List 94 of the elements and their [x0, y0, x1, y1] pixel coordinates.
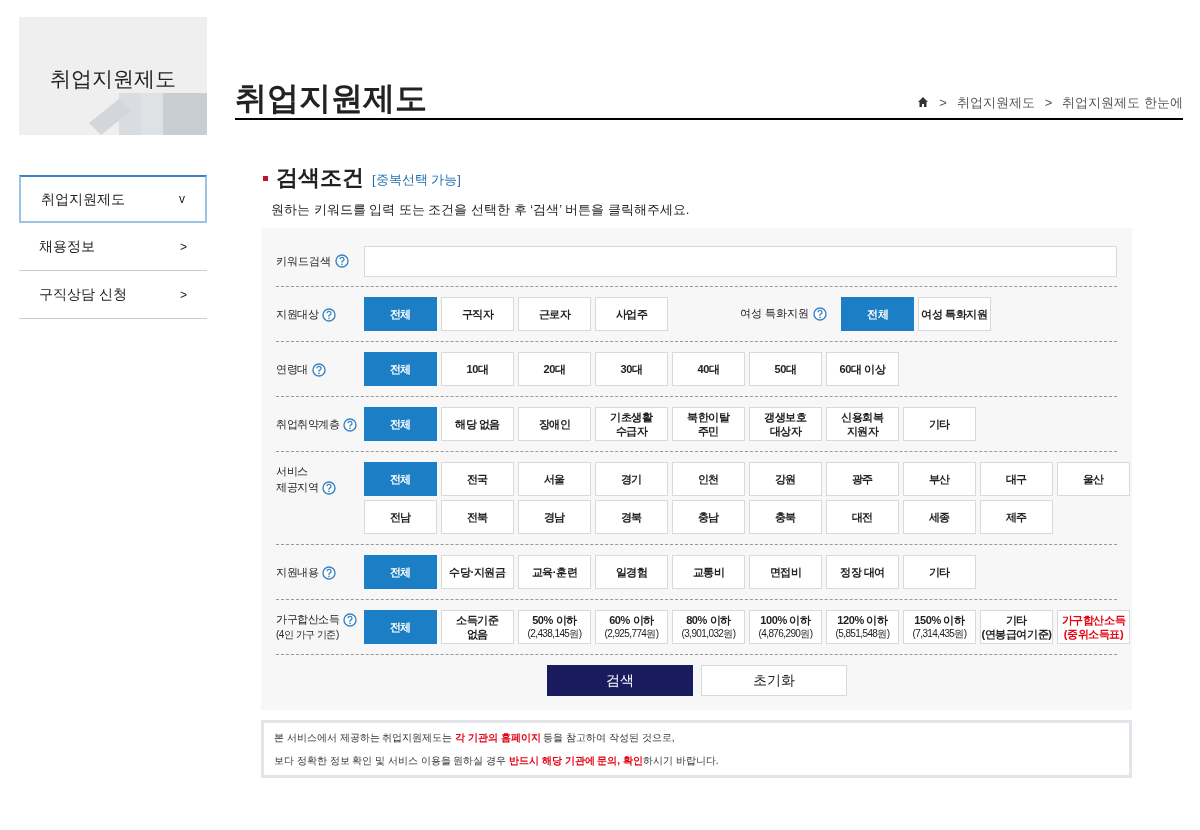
filter-option[interactable]: 경기 — [595, 461, 668, 496]
filter-option[interactable]: 광주 — [826, 461, 899, 496]
sidebar-item[interactable]: 채용정보 > — [19, 223, 207, 271]
filter-option[interactable]: 구직자 — [441, 296, 514, 331]
filter-option[interactable]: 장애인 — [518, 406, 591, 441]
filter-option[interactable]: 전체 — [364, 609, 437, 644]
filter-option[interactable]: 강원 — [749, 461, 822, 496]
filter-option[interactable]: 여성 특화지원 — [918, 296, 992, 331]
filter-option[interactable]: 10대 — [441, 351, 514, 386]
help-icon[interactable] — [343, 417, 357, 432]
sidebar-item[interactable]: 취업지원제도 v — [19, 175, 207, 223]
filter-option[interactable]: 기타 — [903, 554, 976, 589]
filter-option[interactable]: 40대 — [672, 351, 745, 386]
keyword-input[interactable] — [364, 245, 1117, 277]
filter-option[interactable]: 가구합산소득 (중위소득표) — [1057, 609, 1130, 644]
filter-option[interactable]: 경북 — [595, 499, 668, 534]
filter-option[interactable]: 제주 — [980, 499, 1053, 534]
sidebar-item[interactable]: 구직상담 신청 > — [19, 271, 207, 319]
filter-option[interactable]: 100% 이하 (4,876,290원) — [749, 609, 822, 644]
breadcrumb-separator: > — [1044, 93, 1053, 112]
help-icon[interactable] — [343, 612, 357, 627]
section-note: [중복선택 가능] — [372, 170, 461, 189]
filter-option[interactable]: 서울 — [518, 461, 591, 496]
filter-option[interactable]: 대구 — [980, 461, 1053, 496]
help-icon[interactable] — [322, 565, 336, 580]
filter-label: 여성 특화지원 — [740, 306, 810, 322]
filter-option[interactable]: 전체 — [364, 296, 437, 331]
notice-text: 본 서비스에서 제공하는 취업지원제도는 각 기관의 홈페이지 등을 참고하여 작성된 것으로, — [274, 730, 676, 745]
page-title: 취업지원제도 — [235, 79, 427, 118]
filter-option[interactable]: 수당·지원금 — [441, 554, 514, 589]
filter-label: 키워드검색 — [276, 253, 331, 269]
filter-option[interactable]: 일경험 — [595, 554, 668, 589]
filter-option[interactable]: 120% 이하 (5,851,548원) — [826, 609, 899, 644]
filter-option[interactable]: 전체 — [364, 461, 437, 496]
home-icon[interactable] — [917, 96, 930, 109]
section-title: 검색조건 — [276, 164, 364, 192]
filter-option[interactable]: 세종 — [903, 499, 976, 534]
breadcrumb-link[interactable]: 취업지원제도 한눈에 — [1062, 92, 1183, 112]
filter-option[interactable]: 해당 없음 — [441, 406, 514, 441]
help-icon[interactable] — [322, 307, 336, 322]
filter-option[interactable]: 30대 — [595, 351, 668, 386]
reset-button[interactable]: 초기화 — [700, 664, 847, 696]
filter-option[interactable]: 60대 이상 — [826, 351, 899, 386]
filter-option[interactable]: 전남 — [364, 499, 437, 534]
help-icon[interactable] — [322, 480, 336, 495]
filter-label: 지원내용 — [276, 564, 318, 580]
filter-option[interactable]: 근로자 — [518, 296, 591, 331]
filter-option[interactable]: 정장 대여 — [826, 554, 899, 589]
filter-option[interactable]: 울산 — [1057, 461, 1130, 496]
filter-option[interactable]: 전체 — [364, 351, 437, 386]
help-icon[interactable] — [813, 306, 828, 321]
section-description: 원하는 키워드를 입력 또는 조건을 선택한 후 ‘검색’ 버튼을 클릭해주세요. — [271, 201, 691, 219]
filter-sublabel: (4인 가구 기준) — [276, 627, 340, 642]
breadcrumb-link[interactable]: 취업지원제도 — [956, 92, 1035, 112]
filter-option[interactable]: 면접비 — [749, 554, 822, 589]
breadcrumb-separator: > — [939, 93, 947, 112]
help-icon[interactable] — [335, 254, 349, 268]
filter-label: 지원대상 — [276, 306, 318, 322]
filter-option[interactable]: 교육·훈련 — [518, 554, 591, 589]
filter-option[interactable]: 충남 — [672, 499, 745, 534]
filter-label: 취업취약계층 — [276, 416, 339, 432]
filter-option[interactable]: 북한이탈 주민 — [672, 406, 745, 441]
search-button[interactable]: 검색 — [546, 664, 693, 696]
filter-option[interactable]: 전국 — [441, 461, 514, 496]
banner-title: 취업지원제도 — [50, 66, 176, 92]
filter-option[interactable]: 소득기준 없음 — [441, 609, 514, 644]
filter-option[interactable]: 전체 — [841, 296, 915, 331]
filter-option[interactable]: 전체 — [364, 406, 437, 441]
filter-option[interactable]: 150% 이하 (7,314,435원) — [903, 609, 976, 644]
filter-label: 서비스 제공지역 — [276, 463, 318, 495]
filter-option[interactable]: 50대 — [749, 351, 822, 386]
bullet-icon — [263, 175, 268, 181]
filter-option[interactable]: 50% 이하 (2,438,145원) — [518, 609, 591, 644]
filter-option[interactable]: 20대 — [518, 351, 591, 386]
filter-option[interactable]: 80% 이하 (3,901,032원) — [672, 609, 745, 644]
filter-option[interactable]: 기초생활 수급자 — [595, 406, 668, 441]
filter-option[interactable]: 기타 (연봉급여기준) — [980, 609, 1053, 644]
filter-option[interactable]: 사업주 — [595, 296, 668, 331]
filter-label: 가구합산소득 — [276, 611, 339, 627]
filter-option[interactable]: 신용회복 지원자 — [826, 406, 899, 441]
filter-option[interactable]: 전체 — [364, 554, 437, 589]
filter-option[interactable]: 인천 — [672, 461, 745, 496]
filter-option[interactable]: 대전 — [826, 499, 899, 534]
filter-option[interactable]: 60% 이하 (2,925,774원) — [595, 609, 668, 644]
filter-option[interactable]: 충북 — [749, 499, 822, 534]
filter-option[interactable]: 갱생보호 대상자 — [749, 406, 822, 441]
notice-text: 보다 정확한 정보 확인 및 서비스 이용을 원하실 경우 반드시 해당 기관에 문의, 확인하시기 바랍니다. — [274, 753, 720, 768]
filter-option[interactable]: 전북 — [441, 499, 514, 534]
filter-option[interactable]: 부산 — [903, 461, 976, 496]
help-icon[interactable] — [311, 362, 326, 377]
filter-option[interactable]: 교통비 — [672, 554, 745, 589]
filter-label: 연령대 — [276, 361, 308, 377]
filter-option[interactable]: 기타 — [903, 406, 976, 441]
filter-option[interactable]: 경남 — [518, 499, 591, 534]
